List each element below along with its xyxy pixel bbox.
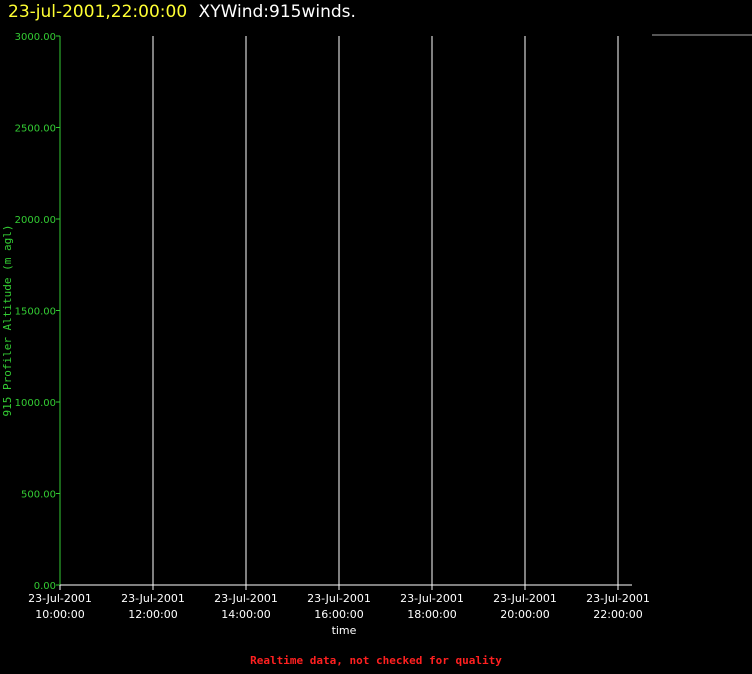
y-tick-label: 2500.00 [15,124,56,135]
x-tick-date: 23-Jul-2001 [214,592,278,605]
x-tick-date: 23-Jul-2001 [28,592,92,605]
y-tick-label: 0.00 [34,581,56,592]
x-tick-date: 23-Jul-2001 [586,592,650,605]
x-axis-label: time [332,624,357,637]
quality-warning: Realtime data, not checked for quality [250,654,502,667]
x-tick-time: 16:00:00 [314,608,363,621]
y-tick-label: 1500.00 [15,307,56,318]
y-tick-label: 500.00 [21,490,56,501]
x-tick-time: 20:00:00 [500,608,549,621]
y-tick-label: 1000.00 [15,398,56,409]
x-tick-date: 23-Jul-2001 [121,592,185,605]
x-tick-time: 12:00:00 [128,608,177,621]
y-tick-label: 3000.00 [15,32,56,43]
x-tick-date: 23-Jul-2001 [493,592,557,605]
x-tick-date: 23-Jul-2001 [400,592,464,605]
x-tick-time: 14:00:00 [221,608,270,621]
x-tick-time: 10:00:00 [35,608,84,621]
x-tick-date: 23-Jul-2001 [307,592,371,605]
x-tick-time: 22:00:00 [593,608,642,621]
y-tick-label: 2000.00 [15,215,56,226]
x-tick-time: 18:00:00 [407,608,456,621]
wind-profile-chart: 0.00 500.00 1000.00 1500.00 2000.00 2500.00 30… [1,32,752,637]
y-axis-label: 915 Profiler Altitude (m agl) [1,224,14,416]
